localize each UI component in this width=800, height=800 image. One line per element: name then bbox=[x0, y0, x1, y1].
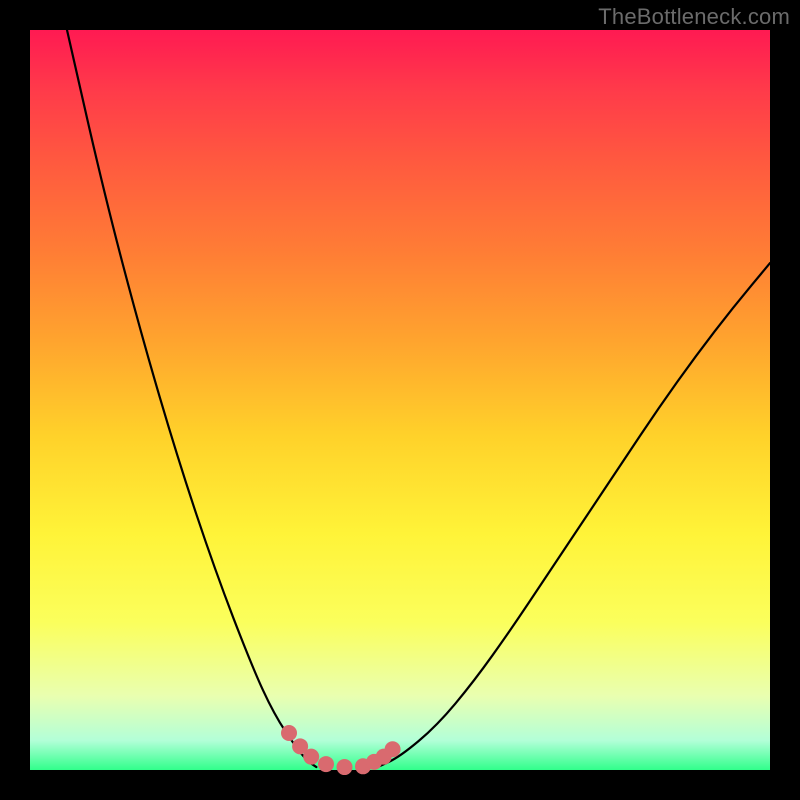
trough-marker bbox=[318, 756, 334, 772]
right-branch-path bbox=[378, 263, 770, 767]
left-branch-path bbox=[67, 30, 316, 767]
trough-marker bbox=[281, 725, 297, 741]
plot-area bbox=[30, 30, 770, 770]
watermark-text: TheBottleneck.com bbox=[598, 4, 790, 30]
trough-marker bbox=[303, 749, 319, 765]
chart-stage: TheBottleneck.com bbox=[0, 0, 800, 800]
trough-marker bbox=[337, 759, 353, 775]
trough-marker-group bbox=[281, 725, 401, 775]
trough-marker bbox=[385, 741, 401, 757]
curve-layer bbox=[30, 30, 770, 770]
